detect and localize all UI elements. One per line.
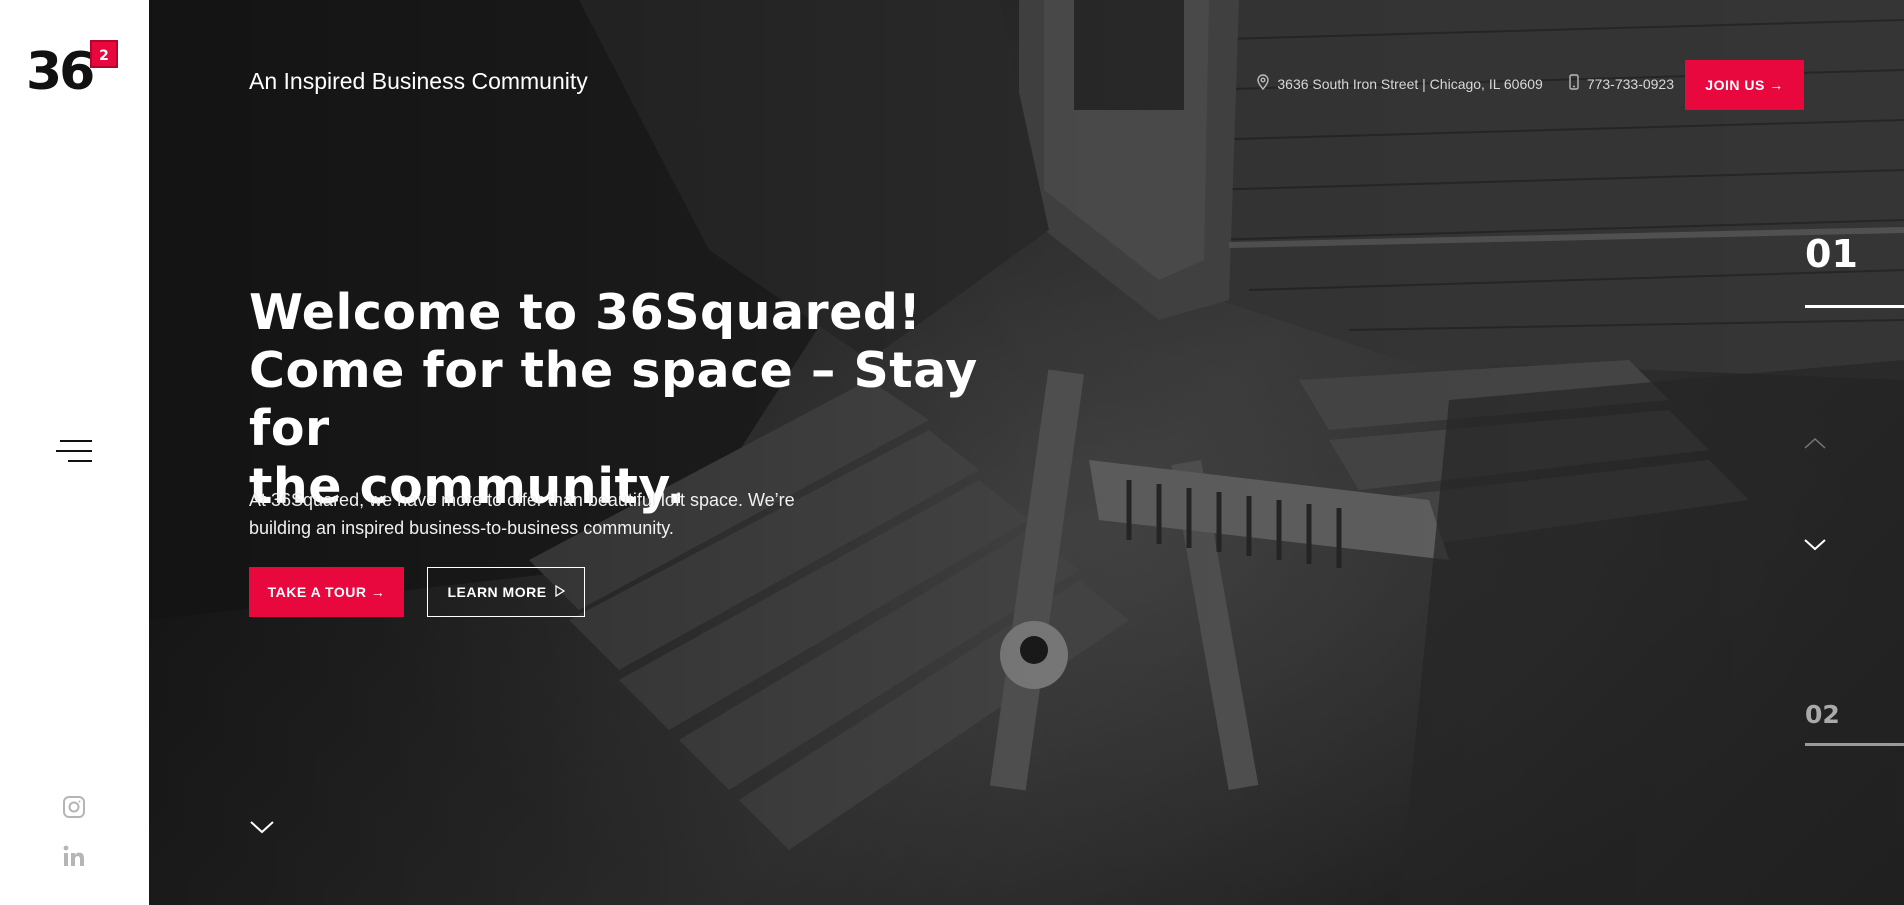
slide-indicator-current-bar: [1805, 305, 1904, 308]
hamburger-menu-icon[interactable]: [56, 440, 92, 466]
phone-item[interactable]: 773-733-0923: [1569, 74, 1674, 93]
join-us-button[interactable]: JOIN US →: [1685, 60, 1804, 110]
hero-subtext: At 36Squared, we have more to offer than…: [249, 490, 795, 538]
site-logo[interactable]: 36 2: [26, 38, 122, 102]
phone-icon: [1569, 74, 1579, 93]
phone-text: 773-733-0923: [1586, 75, 1674, 92]
learn-more-label: LEARN MORE: [447, 584, 547, 600]
slide-indicator-current[interactable]: 01: [1805, 232, 1858, 276]
address-item[interactable]: 3636 South Iron Street | Chicago, IL 606…: [1257, 74, 1543, 93]
instagram-icon[interactable]: [62, 795, 86, 819]
logo-text: 36: [26, 42, 95, 102]
page: 36 2 An Inspired Business Community 3636…: [0, 0, 1904, 905]
slide-prev-chevron-up-icon[interactable]: [1803, 436, 1827, 452]
slide-indicator-next[interactable]: 02: [1805, 700, 1840, 729]
hero-headline: Welcome to 36Squared! Come for the space…: [249, 284, 1009, 516]
map-pin-icon: [1257, 74, 1270, 93]
scroll-down-chevron-icon[interactable]: [249, 818, 275, 836]
headline-line-1: Welcome to 36Squared!: [249, 284, 922, 341]
slide-next-chevron-down-icon[interactable]: [1803, 536, 1827, 552]
sidebar: 36 2: [0, 0, 149, 905]
address-text: 3636 South Iron Street | Chicago, IL 606…: [1277, 75, 1543, 92]
contact-info: 3636 South Iron Street | Chicago, IL 606…: [1257, 74, 1674, 93]
learn-more-button[interactable]: LEARN MORE: [427, 567, 585, 617]
play-icon: [554, 584, 565, 600]
slide-indicator-next-bar: [1805, 743, 1904, 746]
headline-line-2: Come for the space – Stay for: [249, 342, 978, 457]
hero-section: An Inspired Business Community 3636 Sout…: [149, 0, 1904, 905]
logo-badge: 2: [90, 40, 118, 68]
take-a-tour-button[interactable]: TAKE A TOUR →: [249, 567, 404, 617]
site-tagline: An Inspired Business Community: [249, 68, 588, 94]
linkedin-icon[interactable]: [62, 844, 86, 868]
